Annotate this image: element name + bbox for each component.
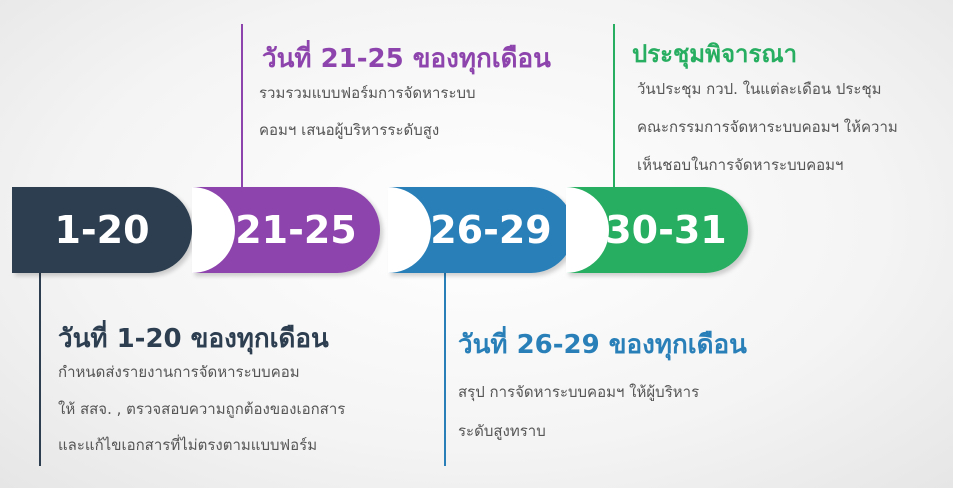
timeline-segment-3: 26-29 xyxy=(388,187,574,273)
note-1-line-2: ให้ สสจ. , ตรวจสอบความถูกต้องของเอกสาร xyxy=(58,400,346,418)
segment-label-4: 30-31 xyxy=(605,208,727,252)
timeline-segment-4: 30-31 xyxy=(566,187,748,273)
note-1-line-1: กำหนดส่งรายงานการจัดหาระบบคอม xyxy=(58,363,300,381)
segment-label-1: 1-20 xyxy=(54,208,150,252)
note-2-heading: วันที่ 21-25 ของทุกเดือน xyxy=(262,44,551,74)
segment-notch-4 xyxy=(566,187,609,273)
timeline-diagram: 1-20 21-25 26-29 30-31 วันที่ 1-20 ของทุ… xyxy=(0,0,953,488)
note-1-heading: วันที่ 1-20 ของทุกเดือน xyxy=(58,324,329,354)
connector-line-2 xyxy=(241,24,243,190)
note-2-line-2: คอมฯ เสนอผู้บริหารระดับสูง xyxy=(259,121,440,139)
note-1-line-3: และแก้ไขเอกสารที่ไม่ตรงตามแบบฟอร์ม xyxy=(58,436,318,454)
note-4-line-1: วันประชุม กวป. ในแต่ละเดือน ประชุม xyxy=(637,80,882,98)
segment-notch-2 xyxy=(192,187,235,273)
segment-label-2: 21-25 xyxy=(235,208,357,252)
segment-label-3: 26-29 xyxy=(430,208,552,252)
note-4-heading: ประชุมพิจารณา xyxy=(632,40,798,68)
note-3-line-1: สรุป การจัดหาระบบคอมฯ ให้ผู้บริหาร xyxy=(458,383,700,401)
note-2-line-1: รวมรวมแบบฟอร์มการจัดหาระบบ xyxy=(259,84,476,102)
connector-line-3 xyxy=(444,270,446,466)
timeline-segment-2: 21-25 xyxy=(192,187,380,273)
note-3-heading: วันที่ 26-29 ของทุกเดือน xyxy=(458,330,747,360)
connector-line-4 xyxy=(613,24,615,190)
segment-notch-3 xyxy=(388,187,431,273)
note-3-line-2: ระดับสูงทราบ xyxy=(458,422,546,440)
note-4-line-2: คณะกรรมการจัดหาระบบคอมฯ ให้ความ xyxy=(637,118,898,136)
note-4-line-3: เห็นชอบในการจัดหาระบบคอมฯ xyxy=(637,156,844,174)
connector-line-1 xyxy=(39,270,41,466)
timeline-segment-1: 1-20 xyxy=(12,187,192,273)
